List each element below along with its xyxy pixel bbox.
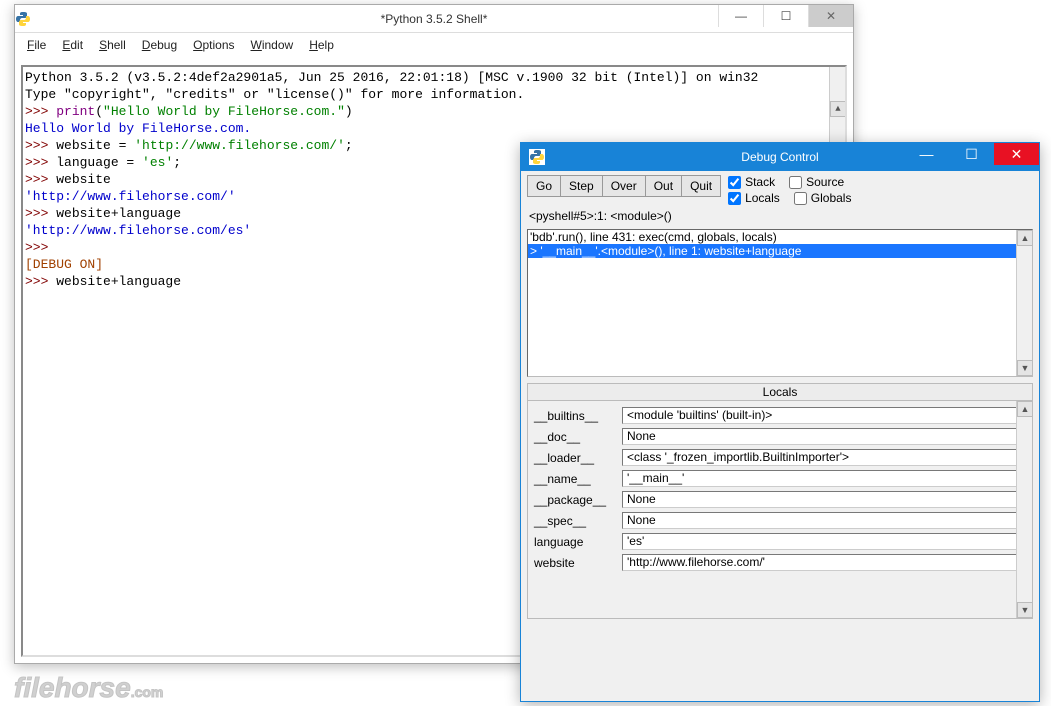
locals-row: __spec__ None (530, 510, 1030, 531)
out-button[interactable]: Out (645, 175, 682, 197)
locals-key: __loader__ (534, 451, 614, 465)
locals-row: website 'http://www.filehorse.com/' (530, 552, 1030, 573)
quit-button[interactable]: Quit (681, 175, 721, 197)
locals-value[interactable]: <class '_frozen_importlib.BuiltinImporte… (622, 449, 1026, 466)
minimize-button[interactable]: ― (904, 143, 949, 165)
scroll-up-icon[interactable]: ▲ (1017, 401, 1033, 417)
shell-window-controls: ― ☐ ✕ (718, 5, 853, 27)
menu-window[interactable]: Window (243, 36, 302, 54)
shell-line: Type "copyright", "credits" or "license(… (25, 86, 843, 103)
menu-help[interactable]: Help (301, 36, 342, 54)
menu-options[interactable]: Options (185, 36, 242, 54)
stack-checkbox-label: Stack (745, 175, 775, 189)
scroll-up-icon[interactable]: ▲ (830, 101, 846, 117)
maximize-button[interactable]: ☐ (763, 5, 808, 27)
scroll-down-icon[interactable]: ▼ (1017, 602, 1033, 618)
menu-file[interactable]: File (19, 36, 54, 54)
over-button[interactable]: Over (602, 175, 646, 197)
debug-location-text: <pyshell#5>:1: <module>() (521, 207, 1039, 229)
locals-key: __name__ (534, 472, 614, 486)
locals-key: language (534, 535, 614, 549)
locals-value[interactable]: <module 'builtins' (built-in)> (622, 407, 1026, 424)
debug-window-controls: ― ☐ ✕ (904, 143, 1039, 165)
debug-titlebar[interactable]: Debug Control ― ☐ ✕ (521, 143, 1039, 171)
watermark-logo: filehorse.com (14, 672, 163, 704)
locals-key: __package__ (534, 493, 614, 507)
stack-row[interactable]: > '__main__'.<module>(), line 1: website… (528, 244, 1032, 258)
locals-value[interactable]: None (622, 512, 1026, 529)
debug-title: Debug Control (741, 150, 818, 164)
locals-value[interactable]: '__main__' (622, 470, 1026, 487)
debug-checkbox-column: Stack Source Locals Globals (728, 175, 851, 205)
locals-row: __loader__ <class '_frozen_importlib.Buil… (530, 447, 1030, 468)
globals-checkbox-input[interactable] (794, 192, 807, 205)
locals-key: __spec__ (534, 514, 614, 528)
shell-line: Hello World by FileHorse.com. (25, 120, 843, 137)
debug-control-window: Debug Control ― ☐ ✕ Go Step Over Out Qui… (520, 142, 1040, 702)
locals-row: language 'es' (530, 531, 1030, 552)
locals-checkbox-input[interactable] (728, 192, 741, 205)
python-icon (15, 11, 31, 27)
close-button[interactable]: ✕ (808, 5, 853, 27)
menu-edit[interactable]: Edit (54, 36, 91, 54)
locals-row: __builtins__ <module 'builtins' (built-in… (530, 405, 1030, 426)
menu-shell[interactable]: Shell (91, 36, 134, 54)
go-button[interactable]: Go (527, 175, 561, 197)
shell-menubar: File Edit Shell Debug Options Window Hel… (15, 33, 853, 57)
source-checkbox-input[interactable] (789, 176, 802, 189)
locals-row: __package__ None (530, 489, 1030, 510)
locals-header: Locals (527, 383, 1033, 401)
locals-key: __doc__ (534, 430, 614, 444)
minimize-button[interactable]: ― (718, 5, 763, 27)
menu-debug[interactable]: Debug (134, 36, 185, 54)
maximize-button[interactable]: ☐ (949, 143, 994, 165)
step-button[interactable]: Step (560, 175, 603, 197)
locals-row: __name__ '__main__' (530, 468, 1030, 489)
locals-scrollbar[interactable]: ▲ ▼ (1016, 401, 1032, 618)
stack-checkbox[interactable]: Stack (728, 175, 775, 189)
shell-line: Python 3.5.2 (v3.5.2:4def2a2901a5, Jun 2… (25, 69, 843, 86)
shell-line: >>> print("Hello World by FileHorse.com.… (25, 103, 843, 120)
locals-value[interactable]: None (622, 491, 1026, 508)
locals-key: __builtins__ (534, 409, 614, 423)
globals-checkbox[interactable]: Globals (794, 191, 852, 205)
locals-checkbox[interactable]: Locals (728, 191, 780, 205)
locals-panel: __builtins__ <module 'builtins' (built-in… (527, 401, 1033, 619)
stack-checkbox-input[interactable] (728, 176, 741, 189)
stack-row[interactable]: 'bdb'.run(), line 431: exec(cmd, globals… (528, 230, 1032, 244)
locals-value[interactable]: None (622, 428, 1026, 445)
watermark-tld: .com (131, 684, 164, 700)
stack-scrollbar[interactable]: ▲ ▼ (1016, 230, 1032, 376)
shell-title: *Python 3.5.2 Shell* (381, 12, 488, 26)
scroll-up-icon[interactable]: ▲ (1017, 230, 1033, 246)
shell-titlebar[interactable]: *Python 3.5.2 Shell* ― ☐ ✕ (15, 5, 853, 33)
source-checkbox-label: Source (806, 175, 844, 189)
globals-checkbox-label: Globals (811, 191, 852, 205)
scroll-down-icon[interactable]: ▼ (1017, 360, 1033, 376)
close-button[interactable]: ✕ (994, 143, 1039, 165)
locals-checkbox-label: Locals (745, 191, 780, 205)
watermark-brand: filehorse (14, 672, 131, 703)
locals-key: website (534, 556, 614, 570)
debug-button-row: Go Step Over Out Quit (527, 175, 720, 197)
locals-value[interactable]: 'http://www.filehorse.com/' (622, 554, 1026, 571)
source-checkbox[interactable]: Source (789, 175, 844, 189)
debug-toolbar: Go Step Over Out Quit Stack Source Lo (521, 171, 1039, 207)
locals-row: __doc__ None (530, 426, 1030, 447)
locals-value[interactable]: 'es' (622, 533, 1026, 550)
python-icon (529, 149, 545, 165)
stack-panel[interactable]: 'bdb'.run(), line 431: exec(cmd, globals… (527, 229, 1033, 377)
